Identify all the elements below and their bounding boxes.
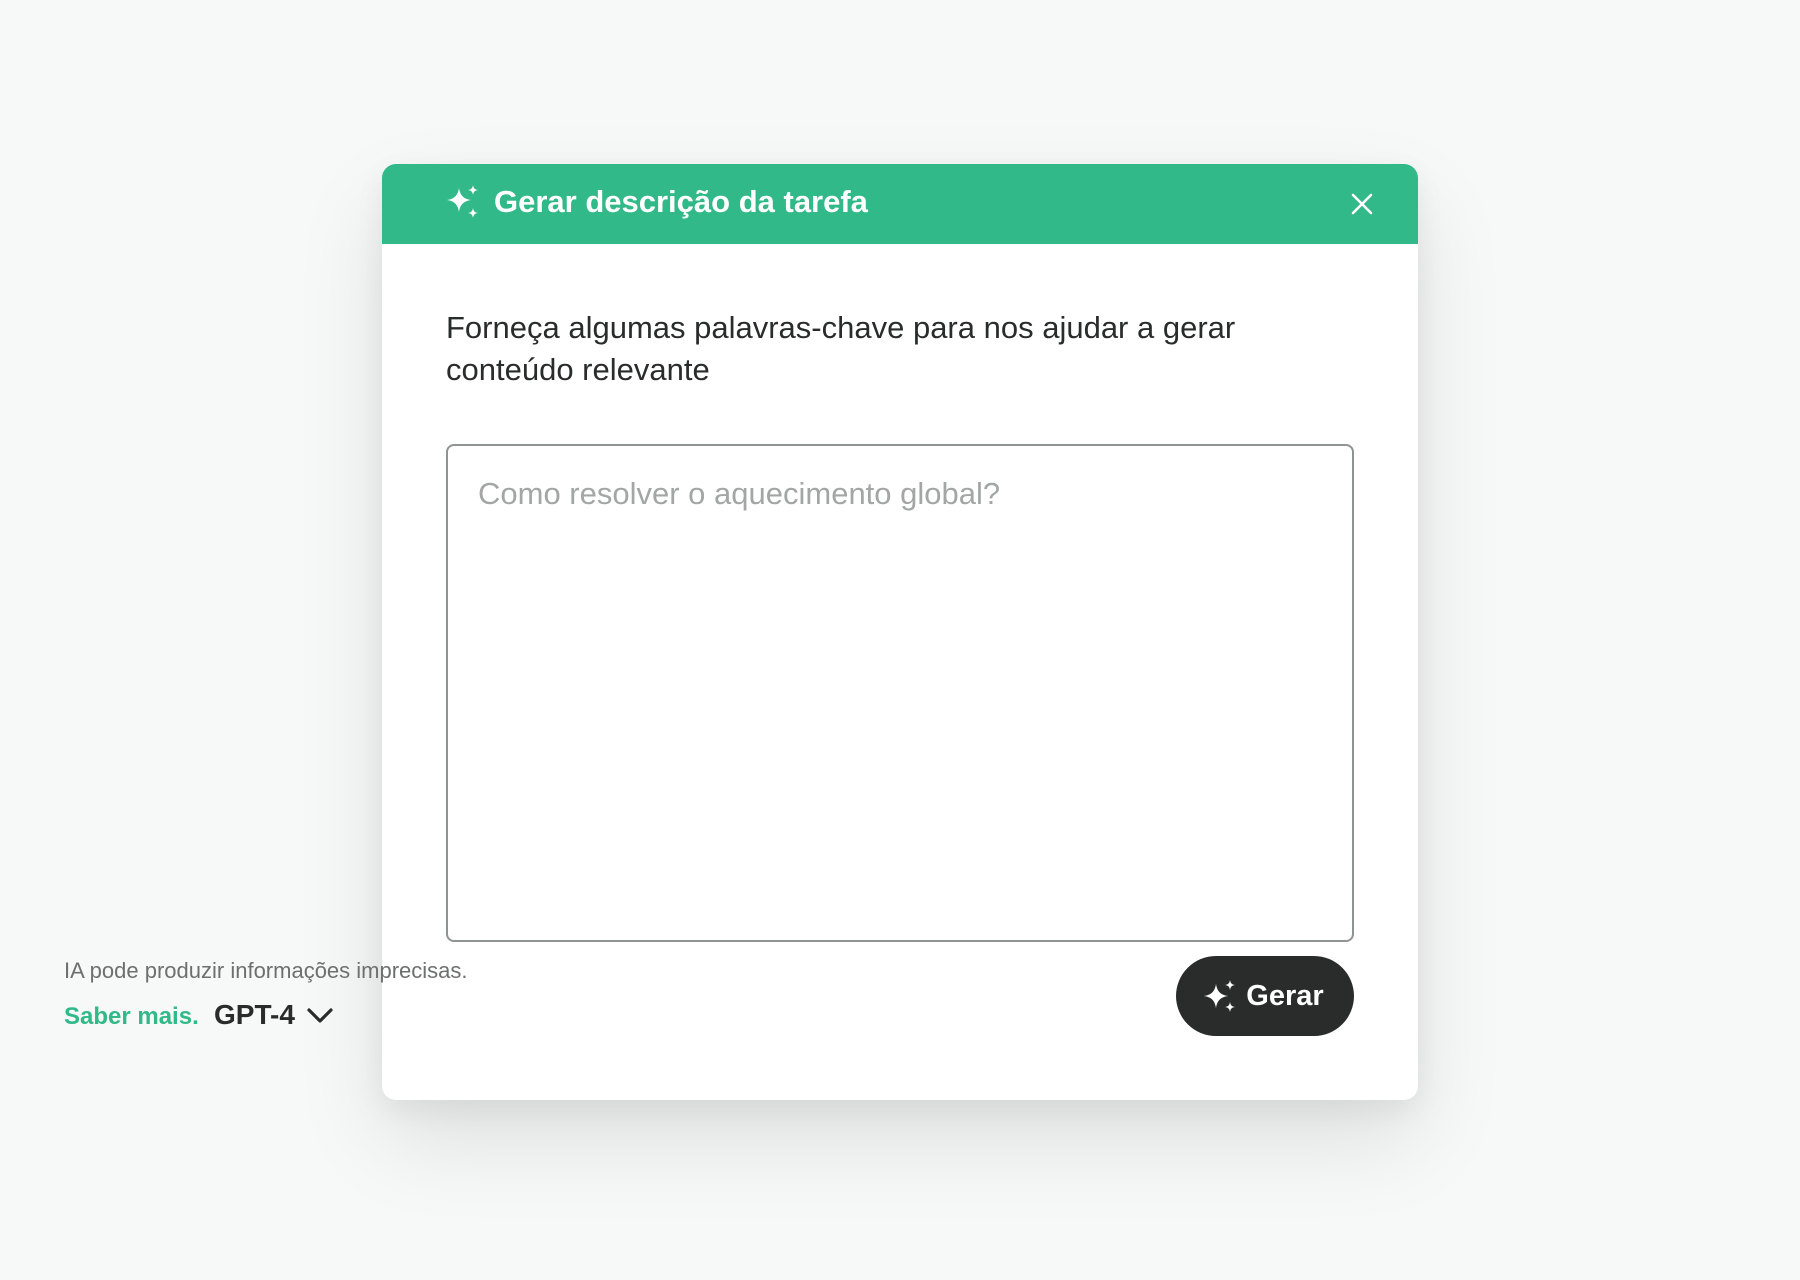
chevron-down-icon [307, 1008, 333, 1023]
close-button[interactable] [1342, 184, 1382, 224]
model-selector[interactable]: GPT-4 [214, 998, 335, 1032]
learn-more-link[interactable]: Saber mais. [64, 1003, 199, 1031]
sparkles-icon [445, 184, 481, 220]
ai-disclaimer: IA pode produzir informações imprecisas. [64, 958, 468, 983]
close-icon [1351, 193, 1373, 215]
dialog-title: Gerar descrição da tarefa [494, 184, 868, 219]
page-background: Gerar descrição da tarefa Forneça alguma… [0, 0, 1800, 1280]
sparkles-icon [1204, 980, 1236, 1012]
keywords-input[interactable] [446, 444, 1354, 942]
dialog-header: Gerar descrição da tarefa [382, 164, 1418, 244]
generate-button[interactable]: Gerar [1176, 956, 1354, 1036]
generate-button-label: Gerar [1246, 979, 1324, 1012]
dialog-body: Forneça algumas palavras-chave para nos … [446, 244, 1354, 942]
instruction-text: Forneça algumas palavras-chave para nos … [446, 310, 1236, 387]
model-selected-value: GPT-4 [214, 999, 295, 1030]
